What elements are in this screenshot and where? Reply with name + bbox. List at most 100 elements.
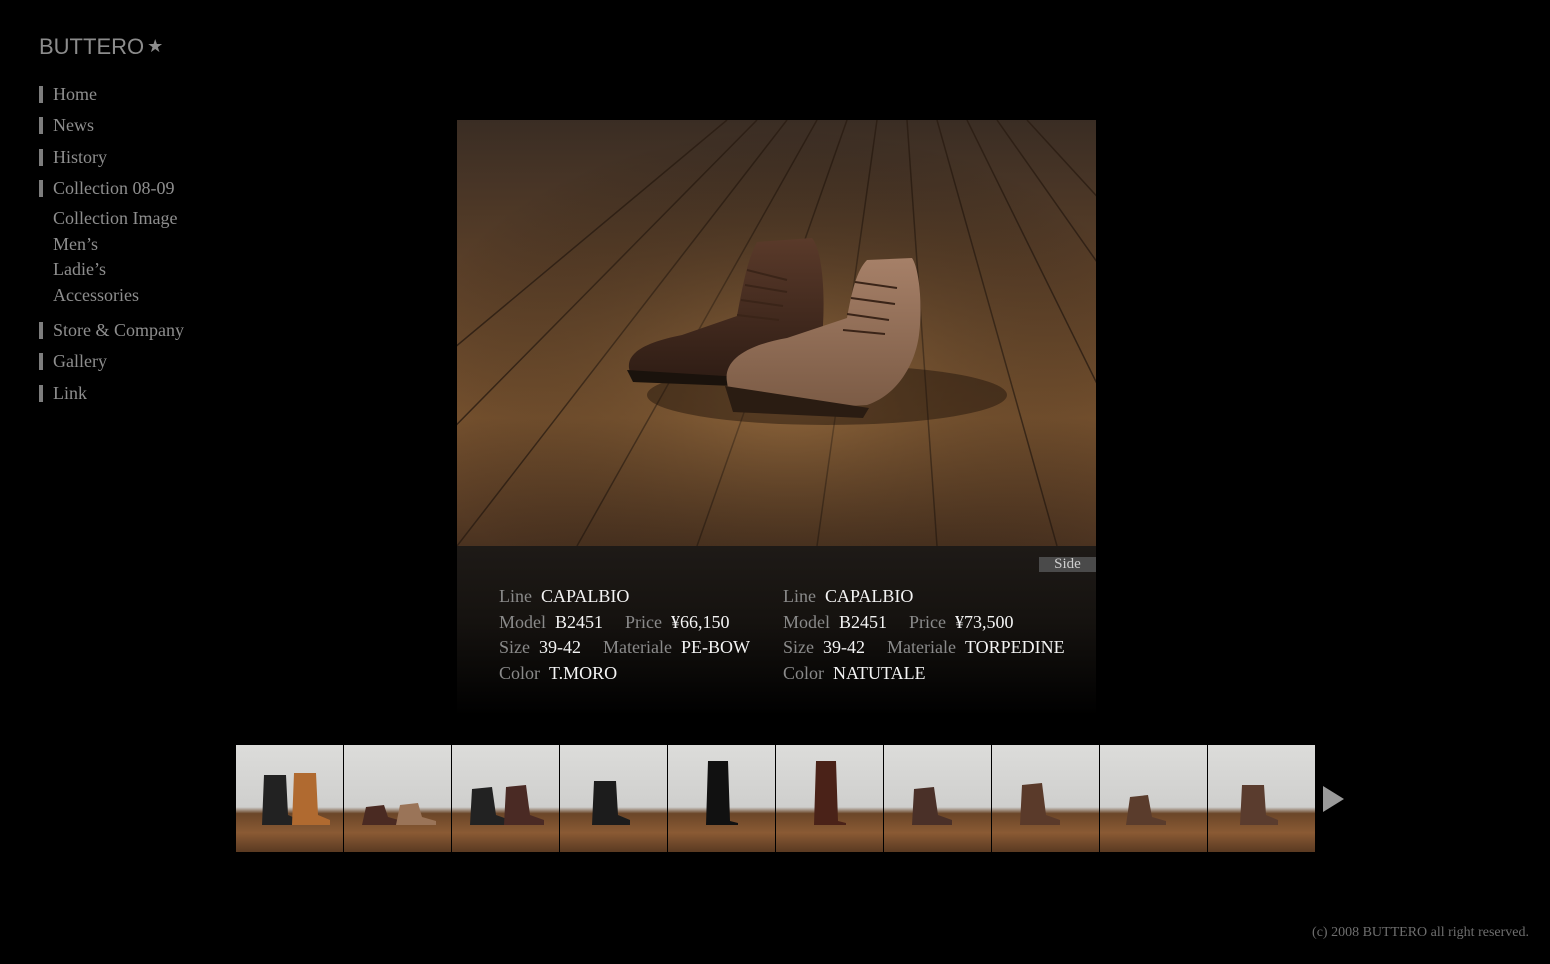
product-spec-right: Line CAPALBIO Model B2451 Price ¥73,500 Size… bbox=[783, 586, 1087, 689]
thumbnail-photo bbox=[362, 803, 436, 825]
spec-row-color: Color T.MORO bbox=[499, 663, 772, 689]
side-view-tab[interactable]: Side bbox=[1039, 557, 1096, 572]
boot-silhouette bbox=[292, 773, 330, 825]
nav-item-link[interactable]: Link bbox=[39, 381, 239, 405]
thumb-tall-boot-brown[interactable] bbox=[776, 745, 883, 852]
nav-item-label: Store & Company bbox=[53, 319, 184, 340]
hero-product-image bbox=[457, 120, 1096, 546]
thumb-tall-boot-black[interactable] bbox=[668, 745, 775, 852]
boot-silhouette bbox=[592, 781, 630, 825]
spec-value: CAPALBIO bbox=[825, 586, 914, 606]
thumb-lace-boots-black-brown[interactable] bbox=[452, 745, 559, 852]
boot-silhouette bbox=[504, 785, 544, 825]
spec-label: Materiale bbox=[603, 637, 672, 658]
nav-bar-marker bbox=[39, 148, 43, 166]
spec-value: NATUTALE bbox=[833, 663, 926, 684]
nav-item-label: Home bbox=[53, 83, 97, 104]
spec-label: Model bbox=[783, 611, 830, 632]
thumbnail-photo bbox=[1240, 785, 1278, 825]
star-icon: ★ bbox=[147, 36, 164, 56]
thumb-buckle-boots-black[interactable] bbox=[560, 745, 667, 852]
thumb-chukka-brown[interactable] bbox=[1100, 745, 1207, 852]
nav-item-label: History bbox=[53, 146, 107, 167]
spec-value: PE-BOW bbox=[680, 637, 750, 658]
spec-label: Line bbox=[783, 586, 816, 606]
thumbnail-photo bbox=[912, 787, 952, 825]
spec-row-model-price: Model B2451 Price ¥73,500 bbox=[783, 612, 1087, 638]
spec-value: 39-42 bbox=[539, 637, 581, 658]
spec-label: Line bbox=[499, 586, 532, 606]
boot-silhouette bbox=[706, 761, 738, 825]
spec-label: Color bbox=[499, 663, 541, 684]
page: BUTTERO ★ Home News History Collection 08… bbox=[0, 0, 1550, 964]
spec-row-line: Line CAPALBIO bbox=[783, 586, 1087, 612]
subnav-item-collection-image[interactable]: Collection Image bbox=[53, 206, 239, 232]
thumb-lace-up-boot-brown[interactable] bbox=[992, 745, 1099, 852]
spec-row-line: Line CAPALBIO bbox=[499, 586, 772, 612]
subnav-item-ladies[interactable]: Ladie’s bbox=[53, 257, 239, 283]
thumb-low-boots-brown-beige[interactable] bbox=[344, 745, 451, 852]
collection-subnav: Collection Image Men’s Ladie’s Accessori… bbox=[53, 206, 239, 308]
thumbnail-photo bbox=[1126, 795, 1166, 825]
thumbnail-photo bbox=[814, 761, 846, 825]
spec-value: TORPEDINE bbox=[964, 637, 1065, 658]
thumbnail-photo bbox=[706, 761, 738, 825]
nav-item-home[interactable]: Home bbox=[39, 82, 239, 106]
boot-silhouette bbox=[912, 787, 952, 825]
spec-label: Model bbox=[499, 611, 546, 632]
boot-silhouette bbox=[814, 761, 846, 825]
nav-bar-marker bbox=[39, 180, 43, 197]
thumbnail-photo bbox=[1020, 783, 1060, 825]
logo-text: BUTTERO bbox=[39, 34, 145, 59]
boot-silhouette bbox=[1126, 795, 1166, 825]
spec-value: CAPALBIO bbox=[541, 586, 630, 606]
spec-value: B2451 bbox=[839, 611, 888, 632]
boot-silhouette bbox=[396, 803, 436, 825]
spec-value: T.MORO bbox=[549, 663, 618, 684]
nav-item-gallery[interactable]: Gallery bbox=[39, 350, 239, 374]
logo[interactable]: BUTTERO ★ bbox=[39, 34, 163, 60]
spec-row-model-price: Model B2451 Price ¥66,150 bbox=[499, 612, 772, 638]
nav-bar-marker bbox=[39, 353, 43, 370]
nav-item-store-company[interactable]: Store & Company bbox=[39, 318, 239, 342]
subnav-item-accessories[interactable]: Accessories bbox=[53, 283, 239, 309]
boot-silhouette bbox=[1240, 785, 1278, 825]
nav-bar-marker bbox=[39, 117, 43, 134]
spec-value: 39-42 bbox=[823, 637, 865, 658]
product-info-panel: Side Line CAPALBIO Model B2451 Price ¥66,150… bbox=[457, 546, 1096, 716]
spec-label: Materiale bbox=[887, 637, 956, 658]
spec-label: Size bbox=[499, 637, 530, 658]
nav-item-label: Gallery bbox=[53, 351, 107, 371]
boot-silhouette bbox=[470, 787, 510, 825]
nav-bar-marker bbox=[39, 321, 43, 339]
sidebar-nav: Home News History Collection 08-09 Colle… bbox=[39, 82, 239, 413]
thumbnail-photo bbox=[592, 781, 630, 825]
thumb-buckle-ankle-boot-brown[interactable] bbox=[1208, 745, 1315, 852]
hero-photo bbox=[457, 120, 1096, 546]
nav-item-label: News bbox=[53, 115, 94, 135]
spec-value: ¥73,500 bbox=[955, 611, 1014, 632]
spec-row-size-materiale: Size 39-42 Materiale TORPEDINE bbox=[783, 637, 1087, 663]
nav-item-news[interactable]: News bbox=[39, 114, 239, 138]
thumbnail-photo bbox=[262, 773, 330, 825]
nav-item-collection[interactable]: Collection 08-09 bbox=[39, 177, 239, 201]
play-arrow-icon[interactable] bbox=[1323, 786, 1344, 812]
nav-bar-marker bbox=[39, 384, 43, 402]
boot-silhouette bbox=[362, 805, 402, 825]
thumbnail-strip bbox=[236, 745, 1316, 852]
spec-label: Color bbox=[783, 663, 825, 684]
spec-label: Price bbox=[909, 611, 946, 632]
subnav-item-mens[interactable]: Men’s bbox=[53, 232, 239, 258]
nav-item-label: Collection 08-09 bbox=[53, 178, 175, 198]
boot-silhouette bbox=[1020, 783, 1060, 825]
thumb-side-gore-boot-brown[interactable] bbox=[884, 745, 991, 852]
footer-copyright: (c) 2008 BUTTERO all right reserved. bbox=[1312, 925, 1529, 940]
spec-row-color: Color NATUTALE bbox=[783, 663, 1087, 689]
nav-item-history[interactable]: History bbox=[39, 145, 239, 169]
thumbnail-photo bbox=[470, 785, 544, 825]
spec-value: B2451 bbox=[555, 611, 604, 632]
thumb-engineer-boots-black-tan[interactable] bbox=[236, 745, 343, 852]
spec-label: Price bbox=[625, 611, 662, 632]
nav-bar-marker bbox=[39, 85, 43, 103]
nav-item-label: Link bbox=[53, 382, 87, 403]
